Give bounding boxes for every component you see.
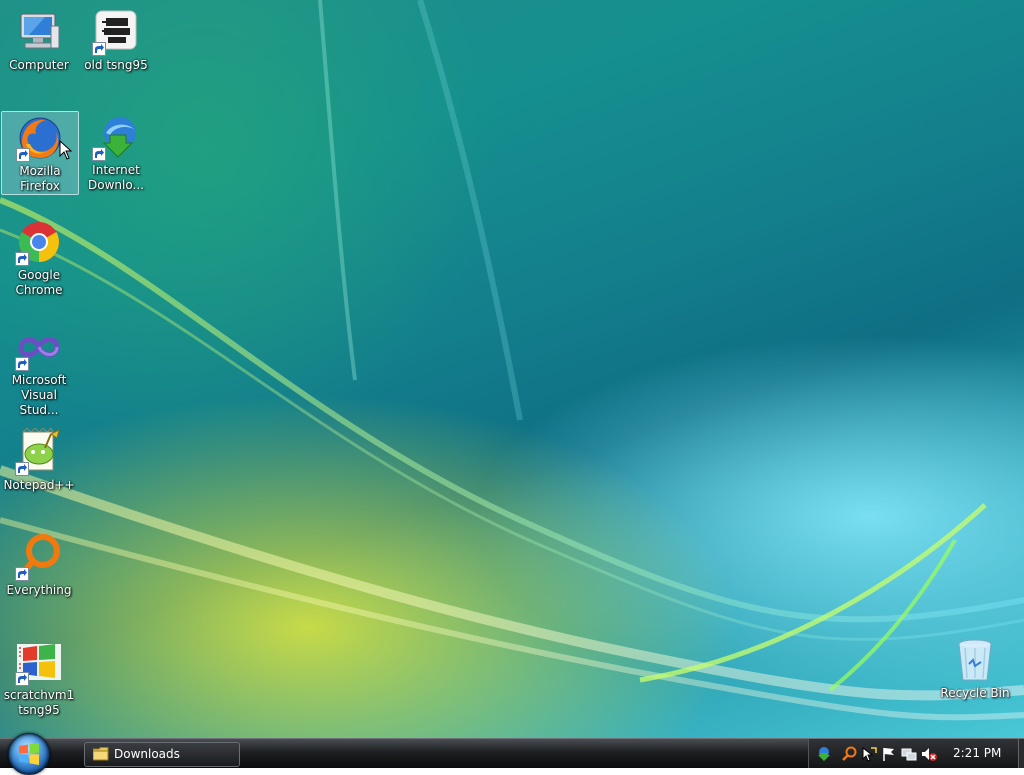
shortcut-arrow-icon	[15, 252, 29, 266]
desktop-icon-label: scratchvm1 tsng95	[3, 688, 75, 717]
desktop-icon-label: Mozilla Firefox	[19, 164, 61, 193]
everything-tray-icon[interactable]	[841, 746, 857, 762]
remote-windows-icon	[15, 638, 63, 686]
desktop-icon-label: Microsoft Visual Stud...	[11, 373, 67, 417]
shortcut-arrow-icon	[15, 357, 29, 371]
cursor-tray-icon[interactable]	[861, 746, 877, 762]
everything-search-icon	[15, 533, 63, 581]
desktop-icon-label: Internet Downlo...	[88, 163, 144, 192]
network-share-icon	[92, 8, 140, 56]
shortcut-arrow-icon	[92, 147, 106, 161]
taskbar-button-label: Downloads	[114, 747, 180, 761]
shortcut-arrow-icon	[15, 567, 29, 581]
firefox-icon	[16, 114, 64, 162]
taskbar-button-downloads[interactable]: Downloads	[84, 742, 240, 767]
desktop-icon-computer[interactable]: Computer	[1, 8, 77, 73]
internet-download-manager-icon	[92, 113, 140, 161]
desktop-icon-label: Recycle Bin	[940, 686, 1010, 700]
desktop-icon-label: Computer	[9, 58, 69, 72]
desktop-icon-label: Everything	[6, 583, 72, 597]
desktop-icon-label: old tsng95	[84, 58, 148, 72]
shortcut-arrow-icon	[15, 672, 29, 686]
desktop-icon-everything[interactable]: Everything	[1, 533, 77, 598]
desktop-icon-chrome[interactable]: Google Chrome	[1, 218, 77, 298]
network-icon[interactable]	[901, 746, 917, 762]
start-button[interactable]	[8, 733, 50, 775]
shortcut-arrow-icon	[92, 42, 106, 56]
show-desktop-button[interactable]	[1018, 739, 1024, 768]
windows-logo-icon	[19, 743, 39, 765]
computer-icon	[15, 8, 63, 56]
desktop-icon-label: Google Chrome	[15, 268, 63, 297]
shortcut-arrow-icon	[15, 462, 29, 476]
taskbar-clock[interactable]: 2:21 PM	[953, 746, 1001, 760]
shortcut-arrow-icon	[16, 148, 30, 162]
desktop-icon-notepadpp[interactable]: Notepad++	[1, 428, 77, 493]
desktop-icon-recycle-bin[interactable]: Recycle Bin	[937, 636, 1013, 701]
notepadpp-icon	[15, 428, 63, 476]
action-center-flag-icon[interactable]	[881, 746, 897, 762]
taskbar: Downloads 2:21 PM	[0, 733, 1024, 775]
volume-muted-icon[interactable]	[921, 746, 937, 762]
folder-icon	[93, 747, 109, 761]
wallpaper-waves	[0, 0, 1024, 721]
recycle-bin-icon	[951, 636, 999, 684]
desktop-icon-visual-studio[interactable]: Microsoft Visual Stud...	[1, 323, 77, 418]
mouse-pointer-icon	[59, 140, 73, 160]
internet-download-manager-tray-icon[interactable]	[815, 746, 831, 762]
visual-studio-icon	[15, 323, 63, 371]
desktop[interactable]: Computer old tsng95 Mozilla Firefox Inte…	[0, 0, 1024, 738]
desktop-icon-label: Notepad++	[3, 478, 75, 492]
desktop-icon-old-tsng95[interactable]: old tsng95	[78, 8, 154, 73]
chrome-icon	[15, 218, 63, 266]
desktop-icon-scratchvm1[interactable]: scratchvm1 tsng95	[1, 638, 77, 718]
system-tray: 2:21 PM	[808, 739, 1024, 768]
desktop-icon-internet-download-manager[interactable]: Internet Downlo...	[78, 113, 154, 193]
